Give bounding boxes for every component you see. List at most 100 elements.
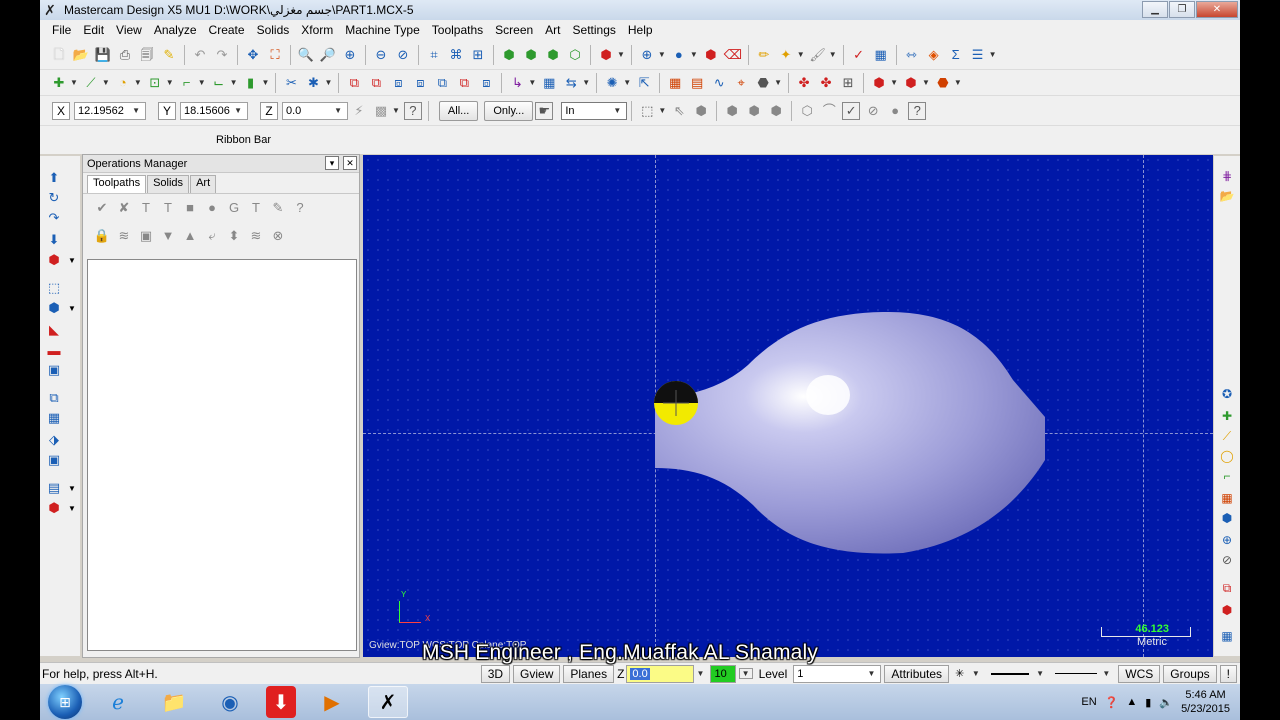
level-select[interactable]: 1 ▼ bbox=[793, 664, 882, 683]
regen-selected-icon[interactable]: T bbox=[137, 199, 155, 217]
xform-rotate-icon[interactable]: ⧉ bbox=[367, 74, 385, 92]
toolbar-dropdown-icon[interactable]: ▼ bbox=[989, 50, 997, 59]
solid-trim-dropdown-icon[interactable]: ▼ bbox=[68, 304, 76, 313]
mr-cancel-icon[interactable]: ⊘ bbox=[1219, 552, 1235, 568]
solid-fillet-dropdown-icon[interactable]: ▼ bbox=[68, 256, 76, 265]
solid-boolean-icon[interactable]: ⧉ bbox=[46, 390, 62, 406]
help-icon[interactable]: ? bbox=[403, 101, 422, 120]
tray-expand-icon[interactable]: ▲ bbox=[1126, 696, 1137, 708]
menu-xform[interactable]: Xform bbox=[295, 23, 339, 37]
stretch-icon[interactable]: ⇆ bbox=[562, 74, 580, 92]
file-explorer-icon[interactable]: 📁 bbox=[154, 686, 194, 718]
cube-iso-icon[interactable]: ⬡ bbox=[566, 46, 584, 64]
magic-dropdown-icon[interactable]: ▼ bbox=[797, 50, 805, 59]
select-only-button[interactable]: Only... bbox=[484, 100, 534, 121]
solid-loft-icon[interactable]: ⬇ bbox=[46, 232, 62, 248]
save-icon[interactable]: 💾 bbox=[94, 46, 112, 64]
menu-toolpaths[interactable]: Toolpaths bbox=[426, 23, 489, 37]
menu-analyze[interactable]: Analyze bbox=[148, 23, 203, 37]
analyze-icon[interactable]: ✓ bbox=[850, 46, 868, 64]
mr-mesh-icon[interactable]: ▦ bbox=[1219, 628, 1235, 644]
select-pointer-icon[interactable]: ⇖ bbox=[670, 102, 688, 120]
solid-extrude-icon[interactable]: ⬢ bbox=[870, 74, 888, 92]
x-coord-button[interactable]: X bbox=[52, 101, 70, 120]
expand-icon[interactable]: ⊗ bbox=[269, 226, 287, 244]
select-all-ops-icon[interactable]: ✔ bbox=[93, 199, 111, 217]
mr-xform-icon[interactable]: ⧉ bbox=[1219, 580, 1235, 596]
insert-arrow-icon[interactable]: ⤶ bbox=[203, 226, 221, 244]
solid-sweep-icon[interactable]: ↷ bbox=[46, 210, 62, 226]
mr-arc-icon[interactable]: ◯ bbox=[1219, 448, 1235, 464]
solid-edge-icon[interactable]: ⬢ bbox=[723, 102, 741, 120]
solid-find-icon[interactable]: ▣ bbox=[46, 452, 62, 468]
trim-icon[interactable]: ✂ bbox=[282, 74, 300, 92]
solid-revolve-dropdown-icon[interactable]: ▼ bbox=[922, 78, 930, 87]
pencil-icon[interactable]: ✏ bbox=[755, 46, 773, 64]
curve-icon[interactable]: ∿ bbox=[710, 74, 728, 92]
solid-draft-icon[interactable]: ◣ bbox=[46, 322, 62, 338]
zoom-in-icon[interactable]: ⊕ bbox=[341, 46, 359, 64]
close-button[interactable]: ✕ bbox=[1196, 1, 1238, 18]
move-up-icon[interactable]: ▲ bbox=[181, 226, 199, 244]
solid-boolean-dropdown-icon[interactable]: ▼ bbox=[954, 78, 962, 87]
print-icon[interactable]: ⎙ bbox=[116, 46, 134, 64]
solid-revolve-icon[interactable]: ↻ bbox=[46, 190, 62, 206]
z-coord-dropdown-icon[interactable]: ▼ bbox=[334, 106, 342, 115]
solid-loop-icon[interactable]: ⬢ bbox=[767, 102, 785, 120]
solid-more-dropdown-icon[interactable]: ▼ bbox=[68, 504, 76, 513]
only-display-icon[interactable]: ≋ bbox=[247, 226, 265, 244]
z-depth-input[interactable]: 0.0 bbox=[626, 664, 694, 683]
verify-icon[interactable]: ✓ bbox=[842, 101, 861, 120]
ops-close-button[interactable]: ✕ bbox=[343, 156, 357, 170]
shaded-icon[interactable]: ⊞ bbox=[469, 46, 487, 64]
wcs-button[interactable]: WCS bbox=[1118, 664, 1161, 683]
zoom-out-icon[interactable]: ⊘ bbox=[394, 46, 412, 64]
print-preview-icon[interactable]: 🗐 bbox=[138, 46, 156, 64]
mr-point-icon[interactable]: ✚ bbox=[1219, 408, 1235, 424]
view-3d-button[interactable]: 3D bbox=[480, 664, 511, 683]
network-icon[interactable]: ▮ bbox=[1145, 696, 1151, 709]
sigma-icon[interactable]: Σ bbox=[947, 46, 965, 64]
cursor-icon[interactable]: ⇱ bbox=[635, 74, 653, 92]
xform-wrap-icon[interactable]: ⧈ bbox=[477, 74, 495, 92]
pin-button[interactable]: ▾ bbox=[325, 156, 339, 170]
solid-feature-icon[interactable]: ⬡ bbox=[798, 102, 816, 120]
solid-extrude-dropdown-icon[interactable]: ▼ bbox=[890, 78, 898, 87]
xform-translate-icon[interactable]: ⧉ bbox=[345, 74, 363, 92]
solid-fillet-icon[interactable]: ⬢ bbox=[46, 252, 62, 268]
selection-mode-select[interactable]: In ▼ bbox=[561, 101, 628, 120]
line-dropdown-icon[interactable]: ▼ bbox=[102, 78, 110, 87]
line-icon[interactable]: ⟋ bbox=[82, 74, 100, 92]
break-dropdown-icon[interactable]: ▼ bbox=[324, 78, 332, 87]
cube-front-icon[interactable]: ⬢ bbox=[522, 46, 540, 64]
start-button[interactable]: ⊞ bbox=[48, 685, 82, 719]
backplot-icon[interactable]: ■ bbox=[181, 199, 199, 217]
post-icon[interactable]: G bbox=[225, 199, 243, 217]
gview-button[interactable]: Gview bbox=[513, 664, 561, 683]
scroll-icon[interactable]: ⬍ bbox=[225, 226, 243, 244]
autocursor-icon[interactable]: ▩ bbox=[372, 102, 390, 120]
toggle-posting-icon[interactable]: ▣ bbox=[137, 226, 155, 244]
selection-mode-dropdown-icon[interactable]: ▼ bbox=[613, 106, 621, 115]
arc-icon[interactable]: ◔ bbox=[114, 74, 132, 92]
z-depth-dropdown-icon[interactable]: ▼ bbox=[697, 669, 705, 678]
exclamation-button[interactable]: ! bbox=[1219, 664, 1237, 683]
solid-remove-face-icon[interactable]: ▣ bbox=[46, 362, 62, 378]
open-file-icon[interactable]: 📂 bbox=[72, 46, 90, 64]
solid-nonassoc-icon[interactable]: ▦ bbox=[46, 410, 62, 426]
xform-mirror-icon[interactable]: ⧈ bbox=[389, 74, 407, 92]
xform-drag-icon[interactable]: ↳ bbox=[508, 74, 526, 92]
stretch-dropdown-icon[interactable]: ▼ bbox=[582, 78, 590, 87]
undo-icon[interactable]: ↶ bbox=[191, 46, 209, 64]
minimize-button[interactable]: ▁ bbox=[1142, 1, 1168, 18]
lightbulb-icon[interactable]: ✺ bbox=[603, 74, 621, 92]
solid-boolean-icon[interactable]: ⬣ bbox=[934, 74, 952, 92]
solid-revolve-icon[interactable]: ⬢ bbox=[902, 74, 920, 92]
solid-red-icon[interactable]: ⬢ bbox=[702, 46, 720, 64]
point-style-select[interactable]: ✳ ▼ bbox=[952, 665, 985, 683]
menu-machine-type[interactable]: Machine Type bbox=[339, 23, 426, 37]
line-width-select[interactable]: ▼ bbox=[1052, 665, 1115, 683]
point-style-dropdown-icon[interactable]: ▼ bbox=[972, 669, 980, 678]
tag-icon[interactable]: ⌖ bbox=[732, 74, 750, 92]
menu-art[interactable]: Art bbox=[539, 23, 566, 37]
